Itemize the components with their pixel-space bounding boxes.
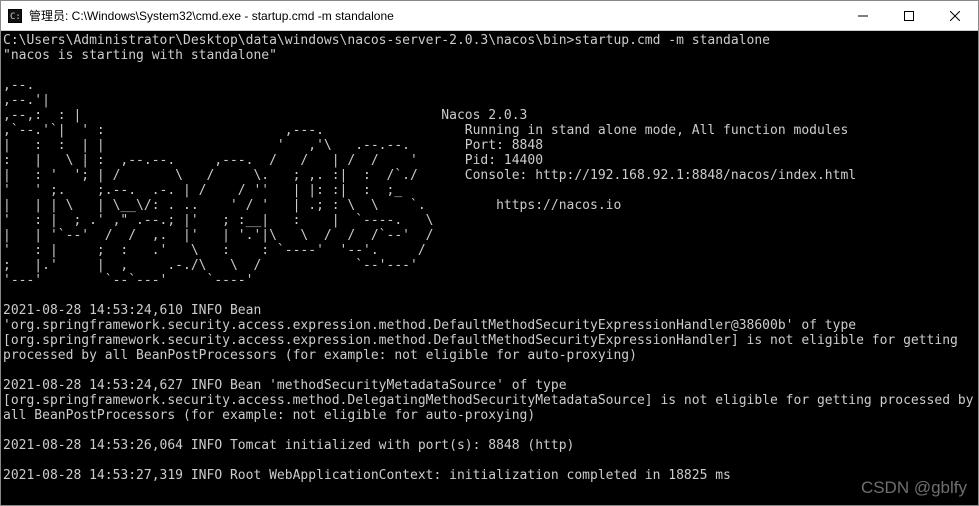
close-button[interactable]: [932, 1, 978, 31]
svg-text:C:: C:: [10, 12, 21, 22]
starting-line: "nacos is starting with standalone": [3, 48, 277, 63]
log-line-2: 2021-08-28 14:53:26,064 INFO Tomcat init…: [3, 438, 978, 453]
log-line-0: 2021-08-28 14:53:24,610 INFO Bean 'org.s…: [3, 303, 978, 363]
cmd-icon: C:: [7, 8, 23, 24]
minimize-icon: [858, 11, 868, 21]
titlebar[interactable]: C: 管理员: C:\Windows\System32\cmd.exe - st…: [1, 1, 978, 31]
window-title: 管理员: C:\Windows\System32\cmd.exe - start…: [29, 7, 394, 24]
log-line-1: 2021-08-28 14:53:24,627 INFO Bean 'metho…: [3, 378, 978, 423]
prompt-line: C:\Users\Administrator\Desktop\data\wind…: [3, 33, 770, 48]
close-icon: [950, 11, 960, 21]
minimize-button[interactable]: [840, 1, 886, 31]
log-line-3: 2021-08-28 14:53:27,319 INFO Root WebApp…: [3, 468, 978, 483]
cmd-window: C: 管理员: C:\Windows\System32\cmd.exe - st…: [0, 0, 979, 506]
terminal-output[interactable]: C:\Users\Administrator\Desktop\data\wind…: [1, 31, 978, 505]
ascii-art-block: ,--. ,--.'| ,--,: : | Nacos 2.0.3 ,`--.'…: [3, 78, 856, 288]
maximize-icon: [904, 11, 914, 21]
maximize-button[interactable]: [886, 1, 932, 31]
